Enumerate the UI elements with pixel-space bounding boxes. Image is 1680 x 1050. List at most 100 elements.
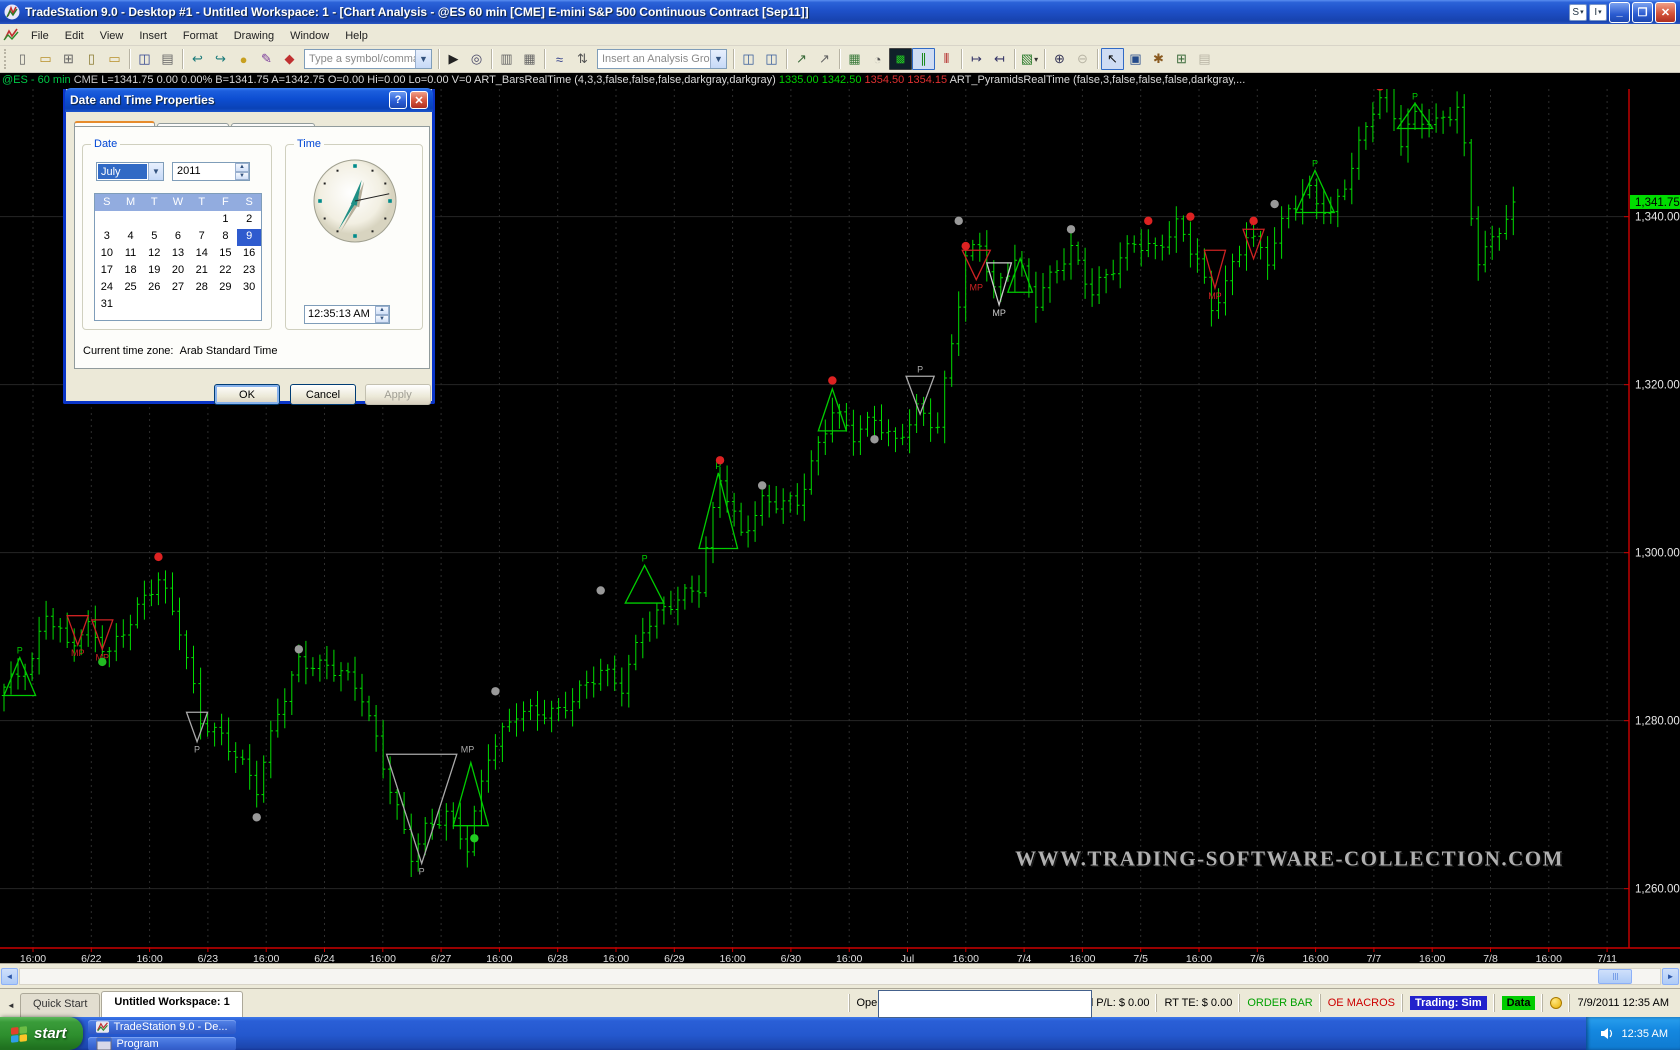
candle-chart-style-icon[interactable]: ⦀ (935, 48, 958, 70)
zoom-in-icon[interactable]: ⊕ (1048, 48, 1071, 70)
close-icon[interactable]: ✕ (410, 91, 428, 109)
status-cell-rt-te-0-00[interactable]: RT TE: $ 0.00 (1156, 994, 1239, 1012)
calendar-day-8[interactable]: 8 (214, 229, 238, 246)
quote-board-icon[interactable]: ▦ (518, 48, 541, 70)
calendar-day-13[interactable]: 13 (166, 246, 190, 263)
calendar-day-19[interactable]: 19 (142, 263, 166, 280)
ok-button[interactable]: OK (214, 384, 280, 405)
task-button-tradestation-9-0-de[interactable]: TradeStation 9.0 - De... (88, 1020, 236, 1034)
calendar-day-27[interactable]: 27 (166, 280, 190, 297)
time-spin-buttons[interactable]: ▲▼ (375, 306, 389, 323)
chevron-down-icon[interactable]: ▼ (148, 163, 163, 180)
menu-file[interactable]: File (23, 28, 57, 44)
start-button[interactable]: start (0, 1017, 83, 1050)
symbol-lookup-icon[interactable]: ◎ (465, 48, 488, 70)
new-document-icon[interactable]: ▯ (11, 48, 34, 70)
session-calendar-icon[interactable]: ▦ (843, 48, 866, 70)
save-icon[interactable]: ◫ (133, 48, 156, 70)
calendar-day-15[interactable]: 15 (214, 246, 238, 263)
dialog-title-bar[interactable]: Date and Time Properties ? ✕ (65, 88, 433, 112)
calendar-day-9[interactable]: 9 (237, 229, 261, 246)
new-matrix-window-icon[interactable]: ◫ (760, 48, 783, 70)
volume-icon[interactable] (1600, 1027, 1615, 1040)
calendar-day-31[interactable]: 31 (95, 297, 119, 314)
run-command-icon[interactable]: ▶ (442, 48, 465, 70)
menu-view[interactable]: View (92, 28, 132, 44)
insert-indicator-icon[interactable]: ▧▾ (1018, 48, 1041, 70)
alert-icon[interactable] (1550, 997, 1562, 1009)
redo-icon[interactable]: ↪ (209, 48, 232, 70)
calendar-day-11[interactable]: 11 (119, 246, 143, 263)
cancel-button[interactable]: Cancel (290, 384, 356, 405)
calendar-day-17[interactable]: 17 (95, 263, 119, 280)
menu-format[interactable]: Format (175, 28, 226, 44)
undo-icon[interactable]: ↩ (186, 48, 209, 70)
apply-button[interactable]: Apply (365, 384, 431, 405)
calendar-day-2[interactable]: 2 (237, 212, 261, 229)
year-spin-buttons[interactable]: ▲▼ (235, 163, 249, 180)
scroll-left-icon[interactable]: ◄ (1, 968, 18, 985)
workspace-tab-quick-start[interactable]: Quick Start (20, 993, 100, 1017)
format-painter-icon[interactable]: ✎ (255, 48, 278, 70)
open-workspace-icon[interactable]: ▭ (34, 48, 57, 70)
dark-matrix-icon[interactable]: ▩ (889, 48, 912, 70)
task-button-program[interactable]: Program (88, 1037, 236, 1050)
scroll-right-icon[interactable]: ► (1662, 968, 1679, 985)
sort-updown-icon[interactable]: ⇅ (571, 48, 594, 70)
duplicate-window-icon[interactable]: ⊞ (57, 48, 80, 70)
send-to-window-icon[interactable]: ↗ (813, 48, 836, 70)
data-window-icon[interactable]: ▥ (495, 48, 518, 70)
month-select[interactable]: July ▼ (96, 162, 164, 181)
add-window-icon[interactable]: ⊞ (1170, 48, 1193, 70)
expand-bars-right-icon[interactable]: ↦ (965, 48, 988, 70)
analysis-group-combo[interactable]: Insert an Analysis Group▼ (597, 49, 727, 69)
time-sales-icon[interactable]: ◔ (866, 48, 889, 70)
send-to-chart-icon[interactable]: ↗ (790, 48, 813, 70)
calendar-day-1[interactable]: 1 (214, 212, 238, 229)
new-chart-window-icon[interactable]: ◫ (737, 48, 760, 70)
menu-insert[interactable]: Insert (131, 28, 175, 44)
calendar-day-23[interactable]: 23 (237, 263, 261, 280)
calendar-day-30[interactable]: 30 (237, 280, 261, 297)
menu-help[interactable]: Help (337, 28, 376, 44)
export-folder-icon[interactable]: ▭ (103, 48, 126, 70)
status-alert-cell[interactable] (1542, 994, 1569, 1012)
status-cell-trading-sim[interactable]: Trading: Sim (1402, 994, 1494, 1012)
close-button[interactable]: ✕ (1655, 2, 1676, 23)
calendar-day-22[interactable]: 22 (214, 263, 238, 280)
tab-scroll-left-icon[interactable]: ◄ (4, 996, 18, 1014)
chevron-down-icon[interactable]: ▾ (1034, 55, 1038, 64)
drawing-tools-icon[interactable]: ✱ (1147, 48, 1170, 70)
status-cell-order-bar[interactable]: ORDER BAR (1239, 994, 1319, 1012)
chart-analysis-icon[interactable]: ≈ (548, 48, 571, 70)
print-icon[interactable]: ▤ (156, 48, 179, 70)
menu-window[interactable]: Window (282, 28, 337, 44)
year-spinner[interactable]: 2011 ▲▼ (172, 162, 250, 181)
calendar-days[interactable]: 1234567891011121314151617181920212223242… (95, 211, 261, 314)
calendar-day-28[interactable]: 28 (190, 280, 214, 297)
help-icon[interactable]: ? (389, 91, 407, 109)
bar-chart-style-icon[interactable]: ∥ (912, 48, 935, 70)
pointer-tool-icon[interactable]: ↖ (1101, 48, 1124, 70)
calendar-day-7[interactable]: 7 (190, 229, 214, 246)
chevron-down-icon[interactable]: ▼ (415, 50, 431, 68)
minimize-button[interactable]: _ (1609, 2, 1630, 23)
chevron-down-icon[interactable]: ▼ (710, 50, 726, 68)
save-page-icon[interactable]: ▯ (80, 48, 103, 70)
text-label-tool-icon[interactable]: ▣ (1124, 48, 1147, 70)
status-cell-oe-macros[interactable]: OE MACROS (1320, 994, 1402, 1012)
calendar-day-14[interactable]: 14 (190, 246, 214, 263)
menu-edit[interactable]: Edit (57, 28, 92, 44)
chart-area[interactable]: WWW.TRADING-SOFTWARE-COLLECTION.COMWWW.T… (0, 89, 1680, 963)
maximize-button[interactable]: ❐ (1632, 2, 1653, 23)
calendar-day-5[interactable]: 5 (142, 229, 166, 246)
calendar-day-25[interactable]: 25 (119, 280, 143, 297)
scrollbar-thumb[interactable] (1598, 969, 1632, 984)
calendar-day-3[interactable]: 3 (95, 229, 119, 246)
calendar-day-18[interactable]: 18 (119, 263, 143, 280)
lock-icon[interactable]: ● (232, 48, 255, 70)
calendar-day-10[interactable]: 10 (95, 246, 119, 263)
scrollbar-track[interactable] (19, 968, 1661, 985)
workspace-tab-untitled-workspace-1[interactable]: Untitled Workspace: 1 (101, 991, 242, 1017)
horizontal-scrollbar[interactable]: ◄ ► (0, 963, 1680, 988)
